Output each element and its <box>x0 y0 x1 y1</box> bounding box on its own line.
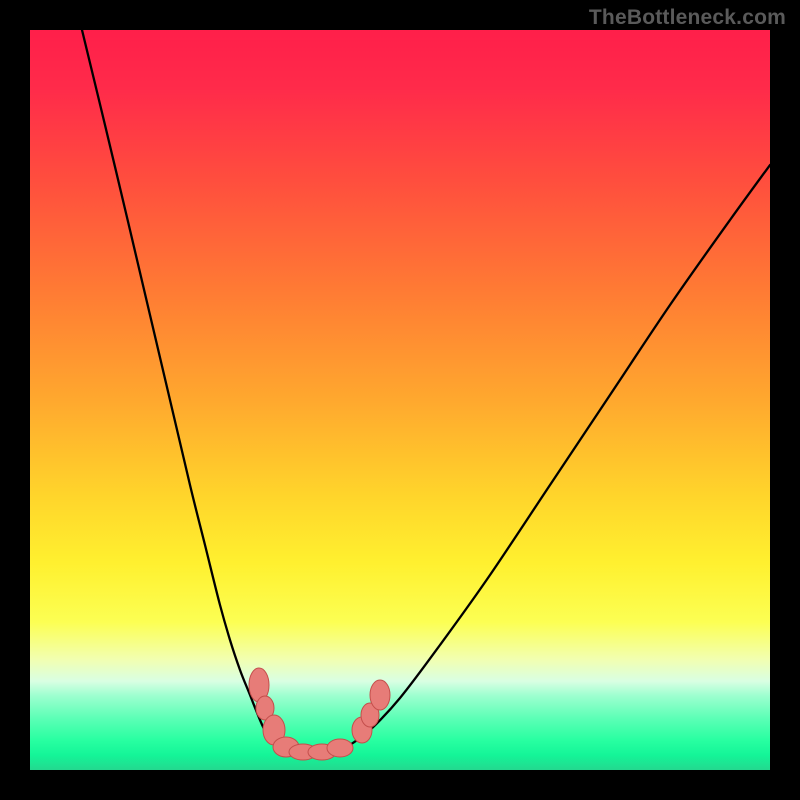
data-marker <box>370 680 390 710</box>
chart-frame: TheBottleneck.com <box>0 0 800 800</box>
watermark-text: TheBottleneck.com <box>589 6 786 30</box>
data-marker <box>327 739 353 757</box>
marker-layer <box>30 30 770 770</box>
plot-area <box>30 30 770 770</box>
